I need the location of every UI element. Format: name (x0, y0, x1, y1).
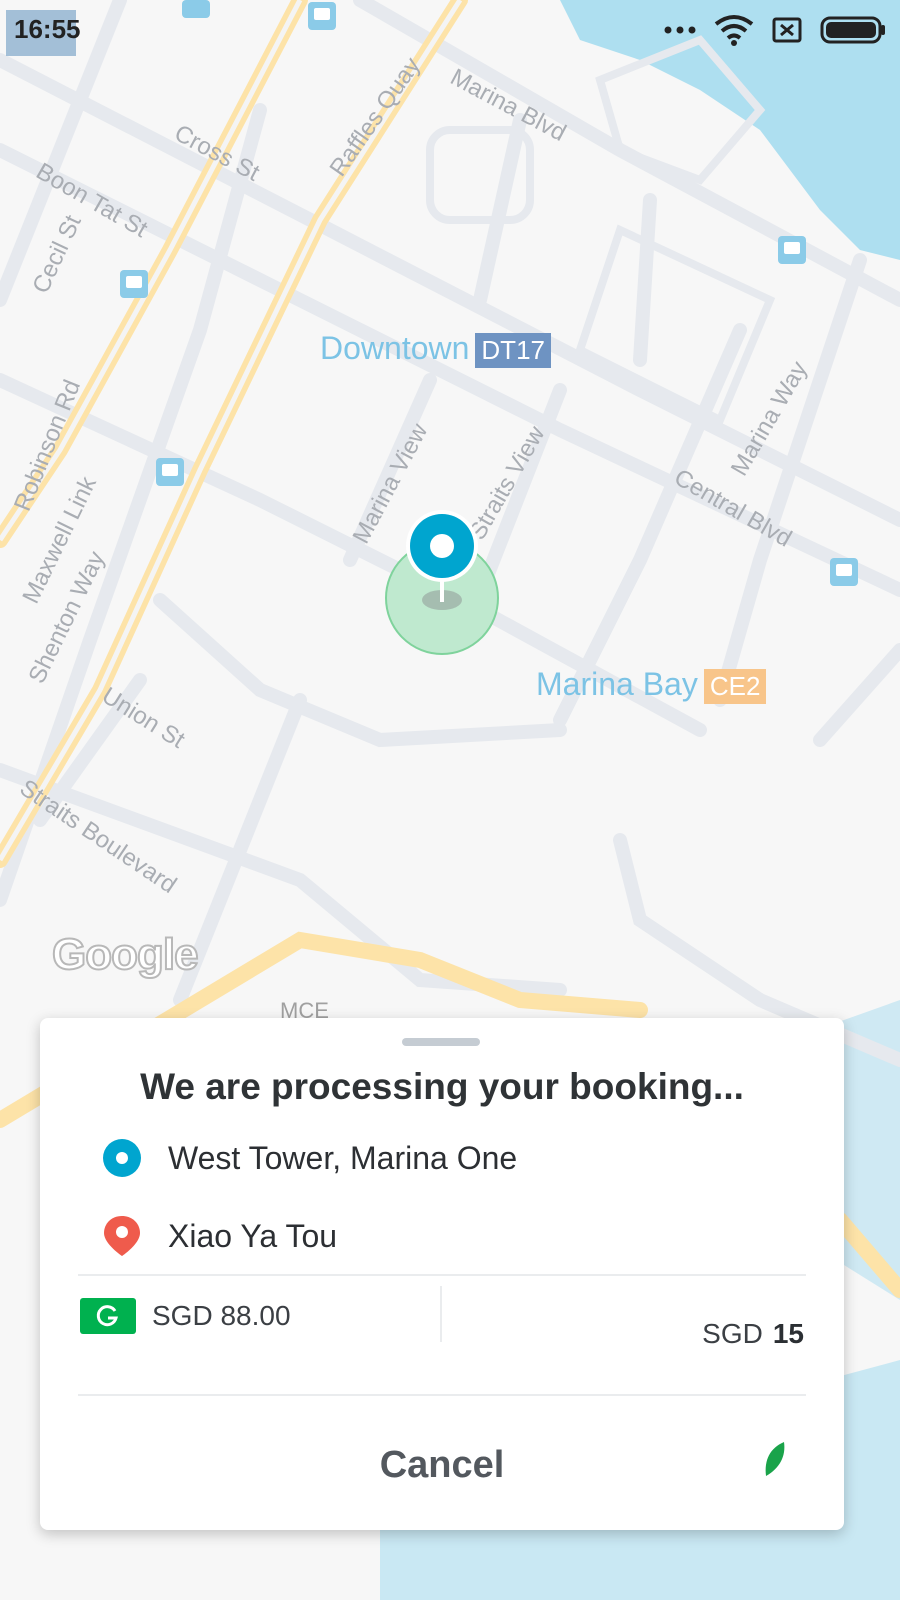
place-name: Downtown (320, 330, 470, 366)
status-bar: 16:55 (0, 0, 900, 64)
leaf-icon (765, 1442, 785, 1476)
dropoff-pin-icon (104, 1216, 140, 1256)
vertical-divider (440, 1286, 442, 1342)
sim-off-icon (772, 17, 802, 43)
divider (78, 1394, 806, 1396)
mrt-code-badge: DT17 (475, 333, 551, 369)
grabpay-wallet-icon (80, 1298, 136, 1334)
fare-estimate: SGD 15 (702, 1318, 804, 1350)
booking-card: We are processing your booking... West T… (40, 1018, 844, 1530)
drag-handle[interactable] (402, 1038, 480, 1046)
booking-status-title: We are processing your booking... (140, 1066, 744, 1107)
divider (78, 1274, 806, 1276)
google-attribution-logo: Google (51, 929, 200, 980)
place-downtown: Downtown DT17 (320, 330, 551, 369)
pickup-row[interactable]: West Tower, Marina One (102, 1138, 517, 1178)
status-icons (664, 14, 886, 46)
more-dots-icon (664, 26, 696, 34)
place-marina-bay: Marina Bay CE2 (536, 666, 767, 705)
payment-method[interactable]: SGD 88.00 (80, 1298, 291, 1334)
dropoff-address: Xiao Ya Tou (168, 1217, 338, 1254)
wifi-icon (714, 15, 754, 46)
cancel-button[interactable]: Cancel (40, 1444, 844, 1487)
pickup-address: West Tower, Marina One (168, 1139, 518, 1176)
mrt-code-badge: CE2 (703, 669, 767, 705)
status-time: 16:55 (14, 14, 81, 44)
fare-currency: SGD (702, 1318, 763, 1349)
dropoff-row[interactable]: Xiao Ya Tou (102, 1214, 337, 1258)
payment-balance: SGD 88.00 (152, 1300, 291, 1331)
pickup-dot-icon (103, 1139, 141, 1177)
place-name: Marina Bay (536, 666, 698, 702)
battery-icon (820, 16, 885, 44)
fare-amount: 15 (772, 1318, 804, 1349)
pickup-location-pin-icon[interactable] (384, 510, 500, 656)
